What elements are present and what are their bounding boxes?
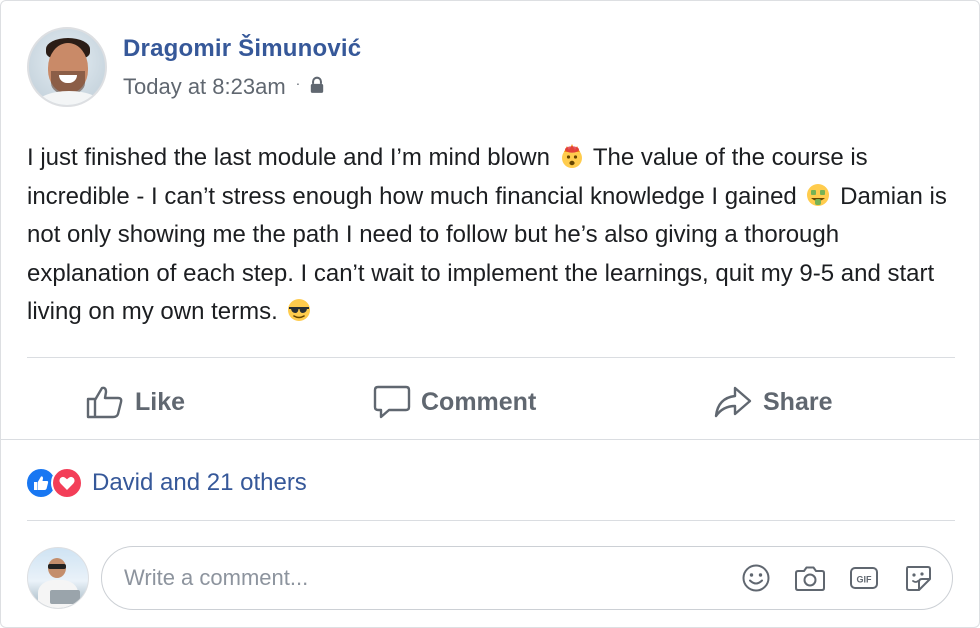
author-avatar[interactable] [27,27,107,107]
gif-icon[interactable]: GIF [848,562,880,594]
post-time-row: Today at 8:23am · [123,74,361,100]
post-card: Dragomir Šimunović Today at 8:23am · I j… [0,0,980,628]
sunglasses-face-emoji [288,299,311,321]
commenter-avatar[interactable] [27,547,89,609]
love-reaction-icon [51,467,83,499]
comment-bubble-icon [373,385,411,419]
action-bar: Like Comment Share [1,371,980,433]
comment-input[interactable] [124,565,718,591]
post-text-part-1: I just finished the last module and I’m … [27,144,550,171]
meta-separator: · [295,75,301,91]
thumbs-up-icon [86,386,123,419]
reactions-summary[interactable]: David and 21 others [25,463,307,503]
reactions-text[interactable]: David and 21 others [92,469,307,497]
post-header: Dragomir Šimunović Today at 8:23am · [27,25,361,109]
like-button[interactable]: Like [85,371,185,433]
comment-box[interactable]: GIF [101,546,953,610]
lock-icon[interactable] [308,76,326,94]
share-button[interactable]: Share [713,371,832,433]
comment-tools: GIF [718,562,934,594]
like-label: Like [135,387,186,416]
money-mouth-face-emoji [807,183,830,206]
sticker-icon[interactable] [902,562,934,594]
divider-bottom [27,520,955,521]
exploding-head-emoji [561,144,582,168]
divider-top [27,357,955,358]
author-name[interactable]: Dragomir Šimunović [123,34,361,64]
share-label: Share [763,387,833,416]
camera-icon[interactable] [794,562,826,594]
emoji-icon[interactable] [740,562,772,594]
share-arrow-icon [714,386,752,418]
comment-button[interactable]: Comment [373,371,536,433]
comment-label: Comment [421,387,537,416]
post-meta: Dragomir Šimunović Today at 8:23am · [123,34,361,100]
post-text: I just finished the last module and I’m … [27,139,967,332]
post-timestamp[interactable]: Today at 8:23am [123,74,286,100]
svg-text:GIF: GIF [857,575,873,585]
comment-composer: GIF [27,543,957,613]
divider-full [1,439,979,440]
